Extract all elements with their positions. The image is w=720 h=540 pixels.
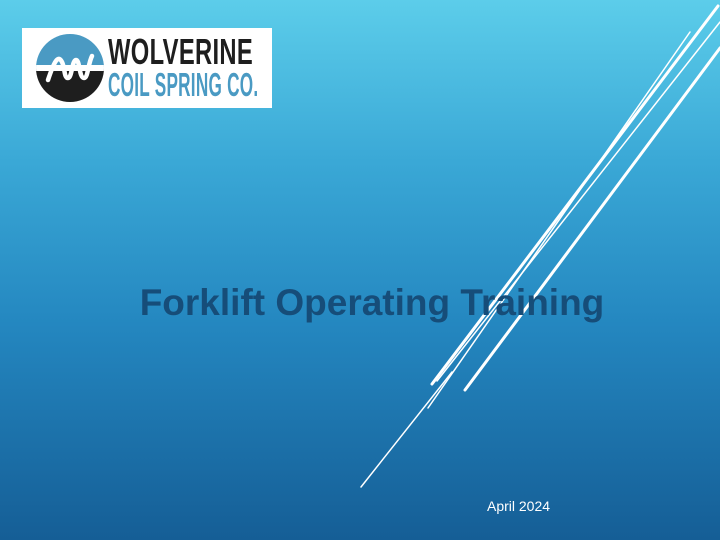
slide-title: Forklift Operating Training bbox=[139, 282, 605, 323]
decorative-lines bbox=[360, 4, 720, 488]
slide: WOLVERINE COIL SPRING CO. Forklift Opera… bbox=[0, 0, 720, 540]
presentation-date: April 2024 bbox=[487, 498, 551, 514]
